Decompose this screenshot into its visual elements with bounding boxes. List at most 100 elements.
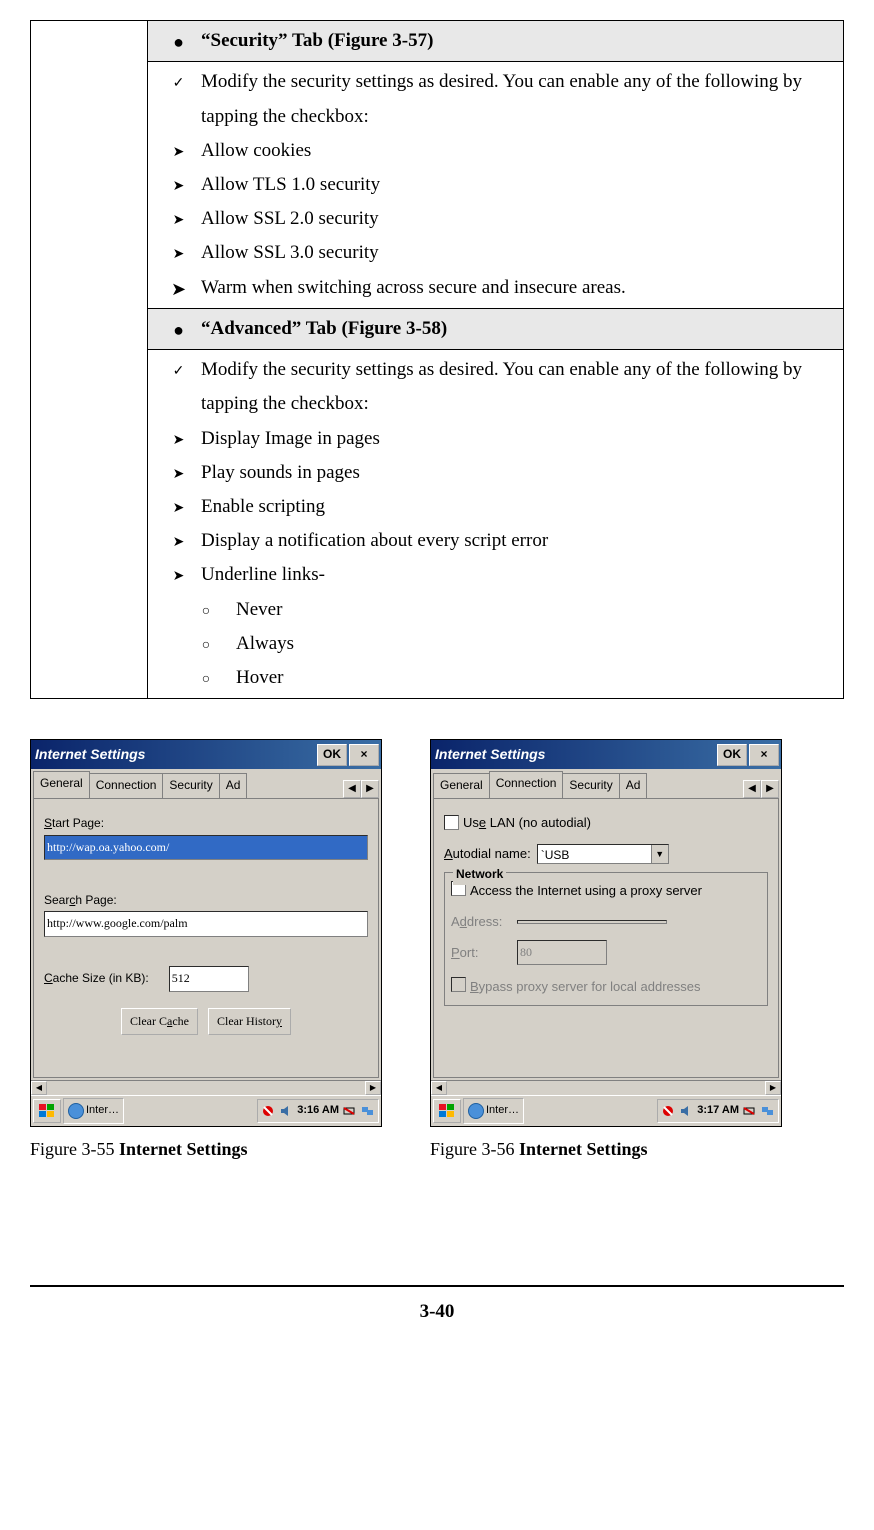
list-item: Never	[236, 593, 835, 627]
scroll-right-icon[interactable]: ▶	[365, 1081, 381, 1095]
list-item: Warm when switching across secure and in…	[201, 271, 835, 305]
address-input[interactable]	[517, 920, 667, 924]
ok-button[interactable]: OK	[717, 744, 747, 766]
screenshot-general: Internet Settings OK × General Connectio…	[30, 739, 382, 1127]
scroll-left-icon[interactable]: ◀	[431, 1081, 447, 1095]
searchpage-label: Search Page:	[44, 890, 368, 912]
list-item: Underline links-	[201, 558, 835, 592]
tab-scroll-left[interactable]: ◀	[343, 780, 361, 798]
tab-scroll-right[interactable]: ▶	[761, 780, 779, 798]
close-button[interactable]: ×	[749, 744, 779, 766]
system-tray[interactable]: 3:16 AM	[257, 1099, 379, 1123]
list-item: Allow SSL 3.0 security	[201, 236, 835, 270]
tab-security[interactable]: Security	[162, 773, 219, 798]
port-input[interactable]: 80	[517, 940, 607, 966]
network-group-label: Network	[453, 864, 506, 886]
circle-icon: ○	[156, 593, 236, 624]
network-icon	[361, 1104, 375, 1118]
scroll-right-icon[interactable]: ▶	[765, 1081, 781, 1095]
tab-connection[interactable]: Connection	[89, 773, 164, 798]
taskbar-label: Inter…	[486, 1101, 519, 1121]
clock: 3:16 AM	[297, 1101, 339, 1121]
system-tray[interactable]: 3:17 AM	[657, 1099, 779, 1123]
startpage-input[interactable]: http://wap.oa.yahoo.com/	[44, 835, 368, 861]
list-item: Allow cookies	[201, 134, 835, 168]
windows-flag-icon	[39, 1104, 55, 1118]
list-item: Display a notification about every scrip…	[201, 524, 835, 558]
start-button[interactable]	[33, 1099, 61, 1123]
volume-icon	[279, 1104, 293, 1118]
arrow-icon: ➤	[156, 456, 201, 487]
circle-icon: ○	[156, 661, 236, 692]
page-footer: 3-40	[30, 1285, 844, 1329]
tab-advanced-partial[interactable]: Ad	[219, 773, 248, 798]
clock: 3:17 AM	[697, 1101, 739, 1121]
clearhistory-button[interactable]: Clear History	[208, 1008, 291, 1036]
port-label: Port:	[451, 941, 511, 964]
list-item: Allow SSL 2.0 security	[201, 202, 835, 236]
combo-value: `USB	[538, 845, 651, 863]
bullet-icon: ●	[156, 24, 201, 58]
dropdown-icon[interactable]: ▼	[651, 845, 668, 863]
screenshot-connection: Internet Settings OK × General Connectio…	[430, 739, 782, 1127]
taskbar-app[interactable]: Inter…	[63, 1098, 124, 1124]
autodial-combo[interactable]: `USB ▼	[537, 844, 669, 864]
tab-advanced-partial[interactable]: Ad	[619, 773, 648, 798]
scroll-left-icon[interactable]: ◀	[31, 1081, 47, 1095]
arrow-icon: ➤	[156, 271, 201, 305]
check-icon: ✓	[156, 65, 201, 96]
searchpage-input[interactable]: http://www.google.com/palm	[44, 911, 368, 937]
taskbar-app[interactable]: Inter…	[463, 1098, 524, 1124]
figure-caption: Figure 3-56 Internet Settings	[430, 1133, 780, 1165]
battery-icon	[743, 1104, 757, 1118]
startpage-label: Start Page:	[44, 813, 368, 835]
bullet-icon: ●	[156, 312, 201, 346]
tab-scroll-right[interactable]: ▶	[361, 780, 379, 798]
circle-icon: ○	[156, 627, 236, 658]
arrow-icon: ➤	[156, 524, 201, 555]
heading-text: “Advanced” Tab (Figure 3-58)	[201, 312, 835, 346]
cache-input[interactable]: 512	[169, 966, 249, 992]
globe-icon	[468, 1103, 484, 1119]
list-item: Enable scripting	[201, 490, 835, 524]
advanced-tab-header: ● “Advanced” Tab (Figure 3-58)	[148, 308, 844, 349]
instruction-table: ● “Security” Tab (Figure 3-57) ✓ Modify …	[30, 20, 844, 699]
taskbar-label: Inter…	[86, 1101, 119, 1121]
tray-icon	[261, 1104, 275, 1118]
list-item: Display Image in pages	[201, 422, 835, 456]
list-item: Always	[236, 627, 835, 661]
arrow-icon: ➤	[156, 168, 201, 199]
clearcache-button[interactable]: Clear Cache	[121, 1008, 198, 1036]
network-icon	[761, 1104, 775, 1118]
check-icon: ✓	[156, 353, 201, 384]
scrollbar[interactable]: ◀ ▶	[431, 1080, 781, 1095]
figures-row: Internet Settings OK × General Connectio…	[30, 739, 844, 1165]
start-button[interactable]	[433, 1099, 461, 1123]
windows-flag-icon	[439, 1104, 455, 1118]
cache-label: Cache Size (in KB):	[44, 968, 149, 990]
uselan-checkbox[interactable]	[444, 815, 459, 830]
scrollbar[interactable]: ◀ ▶	[31, 1080, 381, 1095]
heading-text: “Security” Tab (Figure 3-57)	[201, 24, 835, 58]
tab-general[interactable]: General	[433, 773, 490, 798]
close-button[interactable]: ×	[349, 744, 379, 766]
arrow-icon: ➤	[156, 422, 201, 453]
ok-button[interactable]: OK	[317, 744, 347, 766]
tray-icon	[661, 1104, 675, 1118]
battery-icon	[343, 1104, 357, 1118]
arrow-icon: ➤	[156, 236, 201, 267]
globe-icon	[68, 1103, 84, 1119]
autodial-label: Autodial name:	[444, 842, 531, 865]
tab-general[interactable]: General	[33, 771, 90, 798]
arrow-icon: ➤	[156, 202, 201, 233]
arrow-icon: ➤	[156, 134, 201, 165]
list-item: Hover	[236, 661, 835, 695]
bypass-checkbox[interactable]	[451, 977, 466, 992]
tab-scroll-left[interactable]: ◀	[743, 780, 761, 798]
window-title: Internet Settings	[35, 742, 315, 767]
list-item: Play sounds in pages	[201, 456, 835, 490]
tab-connection[interactable]: Connection	[489, 771, 564, 798]
tab-security[interactable]: Security	[562, 773, 619, 798]
uselan-label: Use LAN (no autodial)	[463, 811, 591, 834]
address-label: Address:	[451, 910, 511, 933]
